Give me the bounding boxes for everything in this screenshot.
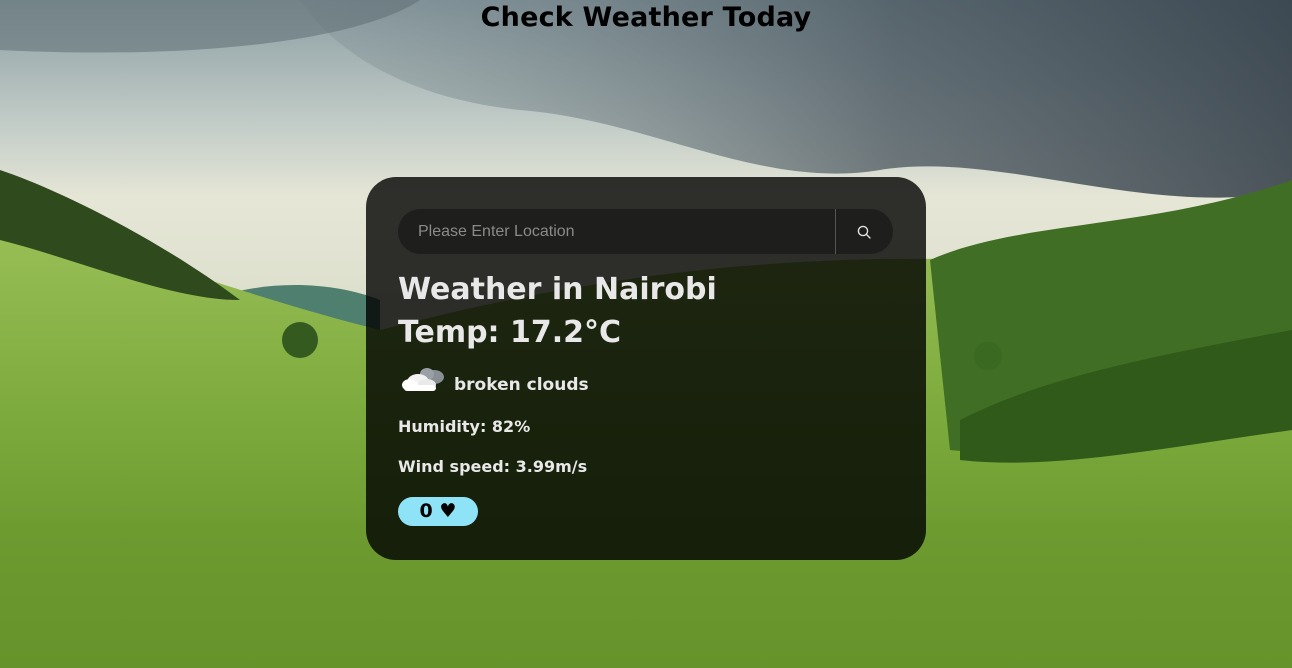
like-button[interactable]: 0 ♥ (398, 497, 478, 526)
page-title: Check Weather Today (480, 2, 812, 33)
weather-card: Weather in Nairobi Temp: 17.2°C broken c… (366, 177, 926, 560)
city-heading: Weather in Nairobi (398, 272, 717, 307)
weather-description: broken clouds (454, 375, 589, 395)
search-icon (857, 225, 871, 239)
temperature-text: Temp: 17.2°C (398, 315, 622, 350)
like-count: 0 (419, 500, 433, 522)
search-button[interactable] (836, 209, 893, 254)
heart-icon: ♥ (439, 500, 457, 522)
wind-speed-text: Wind speed: 3.99m/s (398, 457, 588, 476)
broken-clouds-icon (402, 368, 444, 391)
humidity-text: Humidity: 82% (398, 417, 531, 436)
search-bar (398, 209, 893, 254)
location-search-input[interactable] (398, 209, 835, 254)
